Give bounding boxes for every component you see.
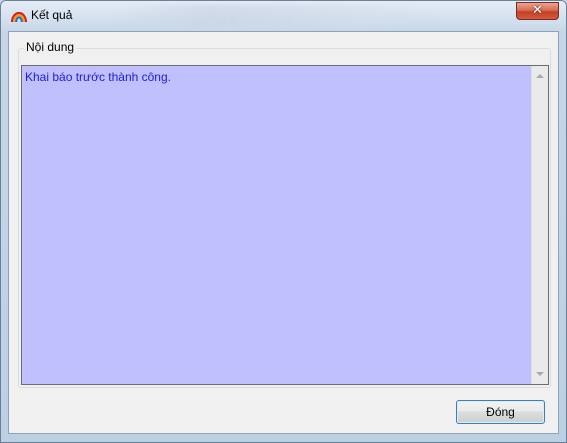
vertical-scrollbar[interactable] — [531, 66, 548, 384]
title-bar[interactable]: Kết quả ✕ — [1, 1, 566, 31]
close-icon: ✕ — [532, 3, 543, 18]
content-textarea[interactable]: Khai báo trước thành công. — [21, 65, 549, 385]
content-text: Khai báo trước thành công. — [25, 70, 171, 84]
dialog-body: Nội dung Khai báo trước thành công. Đóng — [8, 31, 559, 434]
close-dialog-button[interactable]: Đóng — [456, 400, 545, 424]
scroll-down-arrow-icon[interactable] — [536, 372, 544, 376]
title-bar-background — [111, 4, 441, 26]
scroll-up-arrow-icon[interactable] — [536, 74, 544, 78]
window-close-button[interactable]: ✕ — [516, 2, 559, 20]
rainbow-icon — [11, 11, 27, 23]
window-title: Kết quả — [31, 8, 73, 22]
groupbox-label: Nội dung — [24, 40, 77, 54]
result-dialog: Kết quả ✕ Nội dung Khai báo trước thành … — [0, 0, 567, 443]
